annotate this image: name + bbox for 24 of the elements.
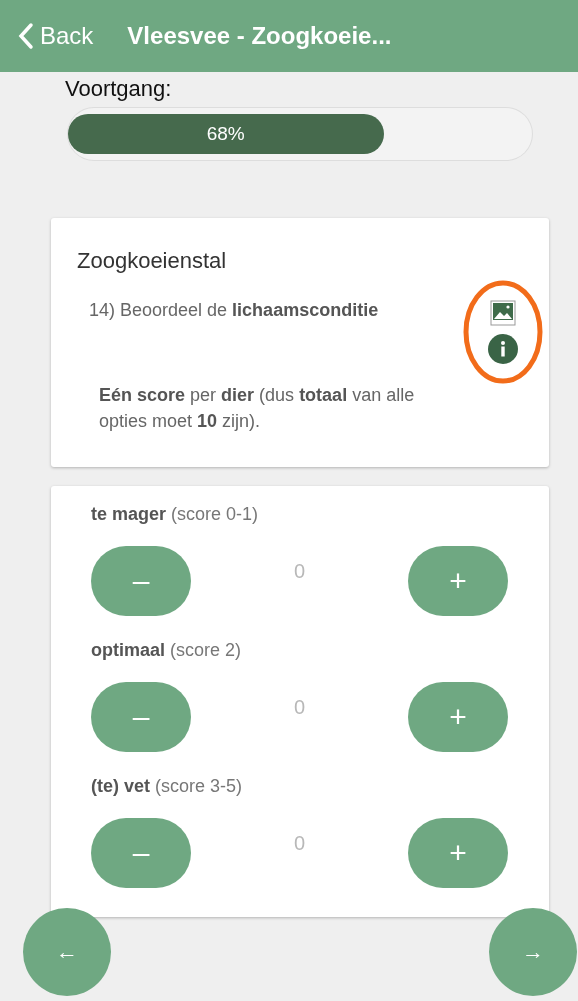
decrement-button[interactable]: – [91, 818, 191, 888]
progress-label: Voortgang: [65, 76, 173, 102]
next-button[interactable]: → [489, 908, 577, 996]
screen-title: Vleesvee - Zoogkoeie... [127, 22, 392, 50]
question-text: 14) Beoordeel de lichaamsconditie [88, 300, 379, 322]
count-value: 0 [293, 695, 306, 719]
increment-button[interactable]: + [408, 682, 508, 752]
decrement-button[interactable]: – [91, 682, 191, 752]
progress-reading: 68% [206, 123, 245, 145]
count-value: 0 [293, 831, 306, 855]
option-label: optimaal (score 2) [91, 639, 243, 662]
info-icon[interactable] [488, 334, 518, 364]
back-button[interactable]: Back [18, 22, 94, 50]
previous-button[interactable]: ← [23, 908, 111, 996]
instruction-text: Eén score per dier (dus totaal van alle opties moet 10 zijn). [98, 384, 416, 433]
increment-button[interactable]: + [408, 546, 508, 616]
increment-button[interactable]: + [408, 818, 508, 888]
option-label: te mager (score 0-1) [91, 503, 260, 526]
option-label: (te) vet (score 3-5) [91, 775, 244, 798]
decrement-button[interactable]: – [91, 546, 191, 616]
chevron-left-icon [18, 22, 34, 50]
section-title: Zoogkoeienstal [77, 248, 228, 274]
count-value: 0 [293, 559, 306, 583]
image-icon[interactable] [490, 300, 516, 326]
